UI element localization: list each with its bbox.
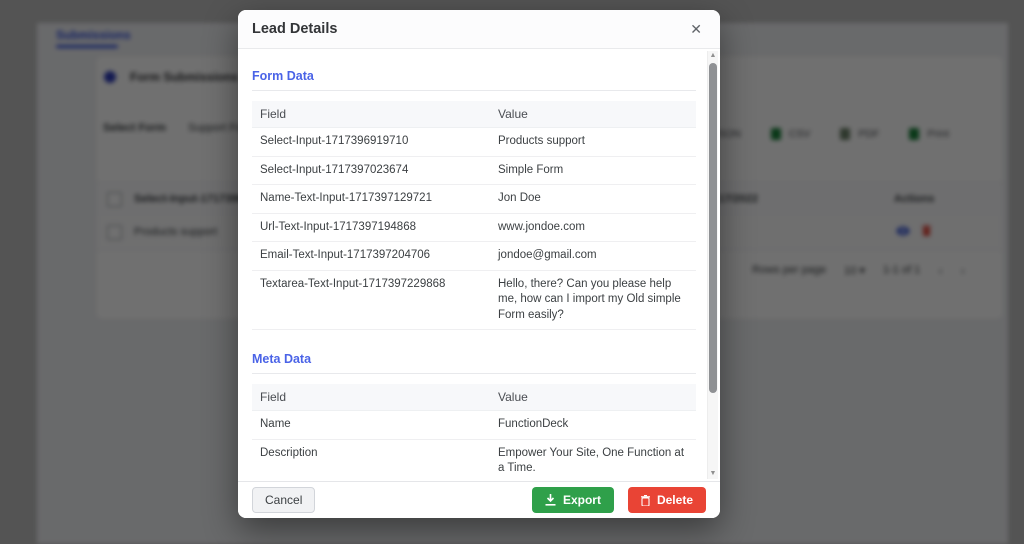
- table-row: Select-Input-1717396919710 Products suppo…: [252, 127, 696, 157]
- scrollbar-up-arrow[interactable]: ▲: [708, 51, 718, 61]
- meta-data-table: Field Value Name FunctionDeck Description Emp…: [252, 384, 696, 481]
- lead-details-modal: Lead Details ✕ Form Data Field Value Selec…: [238, 10, 720, 518]
- table-row: Select-Input-1717397023674 Simple Form: [252, 156, 696, 186]
- modal-scrollbar[interactable]: ▲ ▼: [707, 51, 718, 479]
- modal-header: Lead Details ✕: [238, 10, 720, 49]
- field-cell: Select-Input-1717396919710: [252, 127, 490, 157]
- form-data-table: Field Value Select-Input-1717396919710 Prod…: [252, 101, 696, 331]
- trash-icon: [640, 494, 650, 506]
- column-header: Value: [490, 384, 696, 412]
- table-row: Name-Text-Input-1717397129721 Jon Doe: [252, 184, 696, 214]
- value-cell: Hello, there? Can you please help me, ho…: [490, 270, 696, 331]
- field-cell: Name: [252, 410, 490, 440]
- table-header-row: Field Value: [252, 384, 696, 412]
- download-icon: [545, 494, 556, 506]
- form-data-section-title: Form Data: [252, 69, 314, 83]
- meta-data-section-title: Meta Data: [252, 352, 312, 367]
- scrollbar-down-arrow[interactable]: ▼: [708, 469, 718, 479]
- modal-body[interactable]: Form Data Field Value Select-Input-1717396…: [238, 49, 720, 481]
- table-header-row: Field Value: [252, 101, 696, 128]
- value-cell: jondoe@gmail.com: [490, 241, 696, 271]
- value-cell: Products support: [490, 127, 696, 157]
- field-cell: Textarea-Text-Input-1717397229868: [252, 270, 490, 331]
- delete-button[interactable]: Delete: [627, 487, 706, 513]
- modal-footer: Cancel Export Delete: [238, 481, 720, 518]
- value-cell: Jon Doe: [490, 184, 696, 214]
- column-header: Field: [252, 101, 490, 128]
- table-row: Description Empower Your Site, One Functi…: [252, 439, 696, 481]
- value-cell: Simple Form: [490, 156, 696, 186]
- column-header: Field: [252, 384, 490, 412]
- modal-title: Lead Details: [252, 21, 338, 37]
- field-cell: Email-Text-Input-1717397204706: [252, 241, 490, 271]
- table-row: Email-Text-Input-1717397204706 jondoe@gma…: [252, 241, 696, 271]
- field-cell: Description: [252, 439, 490, 481]
- divider: [252, 373, 696, 375]
- divider: [252, 90, 696, 91]
- export-button[interactable]: Export: [531, 487, 614, 513]
- value-cell: Empower Your Site, One Function at a Tim…: [490, 439, 696, 481]
- table-row: Textarea-Text-Input-1717397229868 Hello, …: [252, 270, 696, 331]
- cancel-button[interactable]: Cancel: [252, 487, 316, 513]
- value-cell: www.jondoe.com: [490, 213, 696, 243]
- field-cell: Name-Text-Input-1717397129721: [252, 184, 490, 214]
- value-cell: FunctionDeck: [490, 410, 696, 440]
- table-row: Url-Text-Input-1717397194868 www.jondoe.c…: [252, 213, 696, 243]
- close-icon[interactable]: ✕: [686, 20, 706, 38]
- column-header: Value: [490, 101, 696, 128]
- table-row: Name FunctionDeck: [252, 410, 696, 440]
- field-cell: Url-Text-Input-1717397194868: [252, 213, 490, 243]
- scrollbar-thumb[interactable]: [709, 63, 717, 393]
- field-cell: Select-Input-1717397023674: [252, 156, 490, 186]
